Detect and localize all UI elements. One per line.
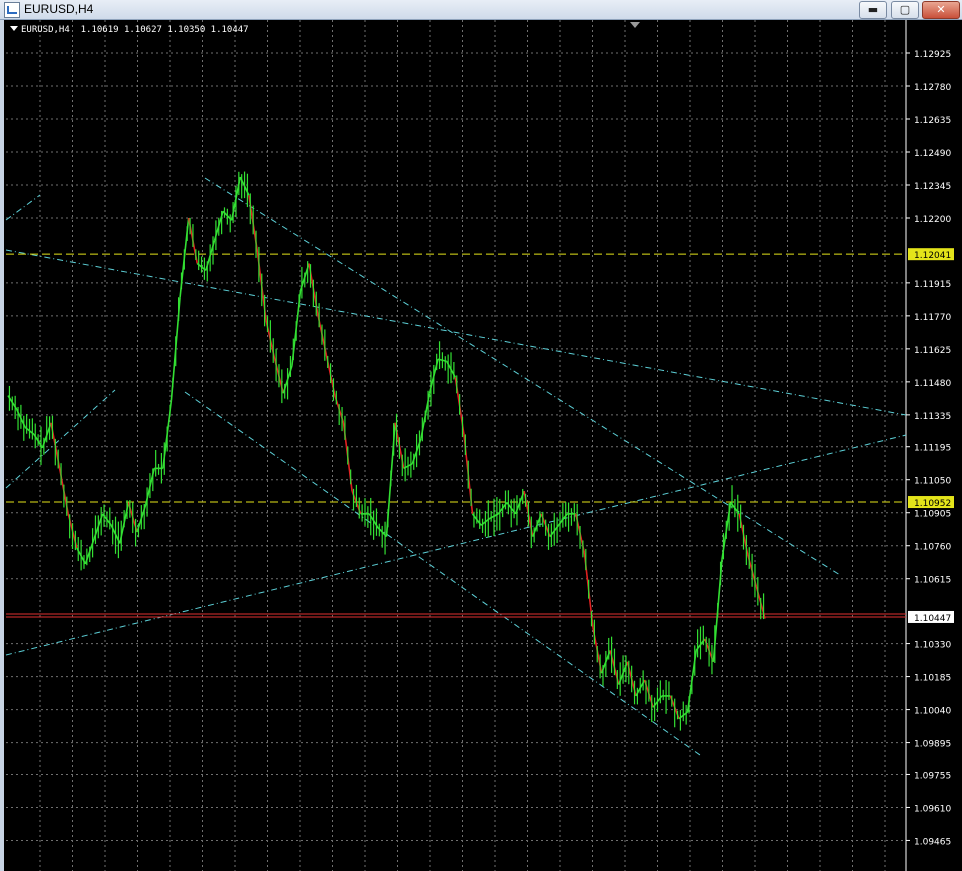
y-tick-label: 1.11625: [914, 346, 951, 356]
y-tick-label: 1.10615: [914, 576, 951, 586]
price-label: 1.10952: [914, 499, 951, 509]
y-tick-label: 1.11915: [914, 280, 951, 290]
y-tick-label: 1.12635: [914, 116, 951, 126]
y-tick-label: 1.11770: [914, 313, 951, 323]
y-tick-label: 1.12200: [914, 215, 951, 225]
y-tick-label: 1.11195: [914, 444, 951, 454]
y-tick-label: 1.10040: [914, 707, 951, 717]
chart-window: EURUSD,H4 ▬ ▢ ✕ 1.12925 1.12780 1.12635 1.1…: [0, 0, 962, 871]
y-tick-label: 1.11050: [914, 477, 951, 487]
trendline: [5, 434, 907, 656]
y-tick-label: 1.10185: [914, 674, 951, 684]
y-tick-label: 1.09755: [914, 771, 951, 781]
chart-symbol: EURUSD,H4: [21, 25, 70, 35]
y-tick-label: 1.10905: [914, 510, 951, 520]
y-tick-label: 1.09465: [914, 837, 951, 847]
y-tick-label: 1.12345: [914, 182, 951, 192]
chart-ohlc: 1.10619 1.10627 1.10350 1.10447: [80, 25, 249, 35]
y-tick-label: 1.10330: [914, 641, 951, 651]
price-label: 1.10447: [914, 614, 951, 624]
chart-shift-marker: [630, 22, 640, 28]
y-tick-label: 1.12780: [914, 83, 951, 93]
chart-header: EURUSD,H4 1.10619 1.10627 1.10350 1.1044…: [10, 25, 249, 35]
y-tick-label: 1.10760: [914, 543, 951, 553]
trendline: [5, 194, 41, 221]
dropdown-triangle-icon[interactable]: [10, 26, 18, 31]
y-tick-label: 1.09895: [914, 740, 951, 750]
y-tick-label: 1.09610: [914, 804, 951, 814]
y-tick-label: 1.12925: [914, 50, 951, 60]
trendline: [5, 249, 907, 416]
y-tick-label: 1.11335: [914, 412, 951, 422]
price-chart[interactable]: 1.12925 1.12780 1.12635 1.12490 1.12345 1.122…: [0, 0, 962, 871]
y-tick-label: 1.12490: [914, 149, 951, 159]
y-tick-label: 1.11480: [914, 379, 951, 389]
price-label: 1.12041: [914, 251, 951, 261]
